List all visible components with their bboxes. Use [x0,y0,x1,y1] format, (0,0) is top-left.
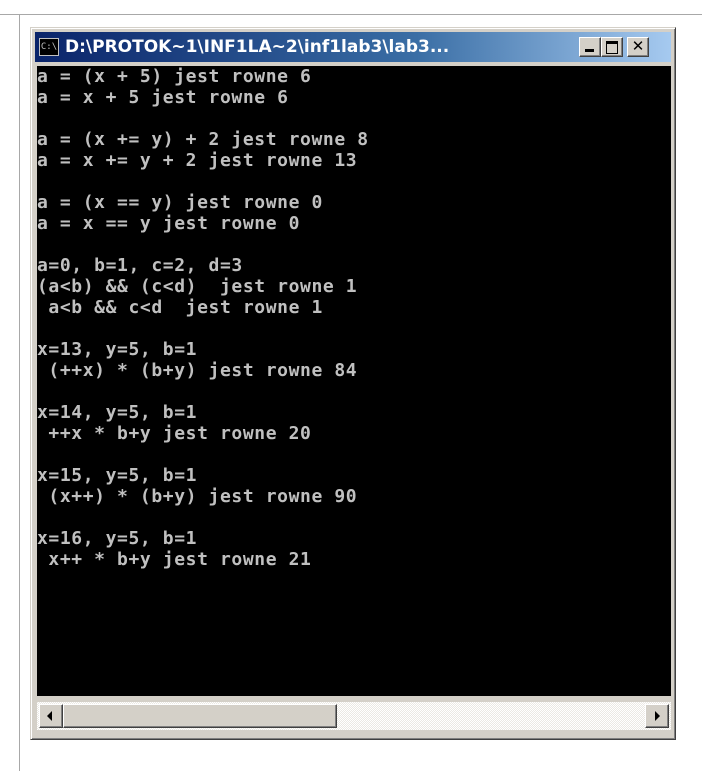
maximize-icon [606,41,618,54]
console-line: (++x) * (b+y) jest rowne 84 [37,360,358,381]
scroll-left-icon[interactable] [39,704,63,728]
minimize-icon [585,49,594,52]
console-line: (x++) * (b+y) jest rowne 90 [37,486,358,507]
console-line: a = (x += y) + 2 jest rowne 8 [37,129,369,150]
console-line: ++x * b+y jest rowne 20 [37,423,312,444]
title-bar[interactable]: C:\ D:\PROTOK~1\INF1LA~2\inf1lab3\lab3..… [35,32,671,62]
console-line: a = x + 5 jest rowne 6 [37,87,289,108]
console-line: x=13, y=5, b=1 [37,339,198,360]
console-line: x=16, y=5, b=1 [37,528,198,549]
console-line: a=0, b=1, c=2, d=3 [37,255,243,276]
console-line: a = x == y jest rowne 0 [37,213,301,234]
window-title: D:\PROTOK~1\INF1LA~2\inf1lab3\lab3... [65,37,450,57]
console-line: a = (x + 5) jest rowne 6 [37,66,312,87]
page-left-rule [19,14,20,771]
console-line: x++ * b+y jest rowne 21 [37,549,312,570]
minimize-button[interactable] [579,37,601,57]
console-app-icon[interactable]: C:\ [39,38,59,56]
scroll-right-icon[interactable] [645,704,669,728]
console-line: a = x += y + 2 jest rowne 13 [37,150,358,171]
page-top-rule [0,14,702,15]
console-line: (a<b) && (c<d) jest rowne 1 [37,276,358,297]
close-button[interactable]: ✕ [627,37,649,57]
console-line: a<b && c<d jest rowne 1 [37,297,323,318]
console-window: C:\ D:\PROTOK~1\INF1LA~2\inf1lab3\lab3..… [30,27,676,740]
maximize-button[interactable] [601,37,623,57]
console-output[interactable]: a = (x + 5) jest rowne 6a = x + 5 jest r… [37,66,671,696]
close-icon: ✕ [631,37,645,55]
console-line: x=15, y=5, b=1 [37,465,198,486]
console-line: x=14, y=5, b=1 [37,402,198,423]
horizontal-scrollbar[interactable] [37,702,671,730]
console-app-icon-glyph: C:\ [40,42,58,52]
scrollbar-thumb[interactable] [63,704,337,728]
console-line: a = (x == y) jest rowne 0 [37,192,323,213]
